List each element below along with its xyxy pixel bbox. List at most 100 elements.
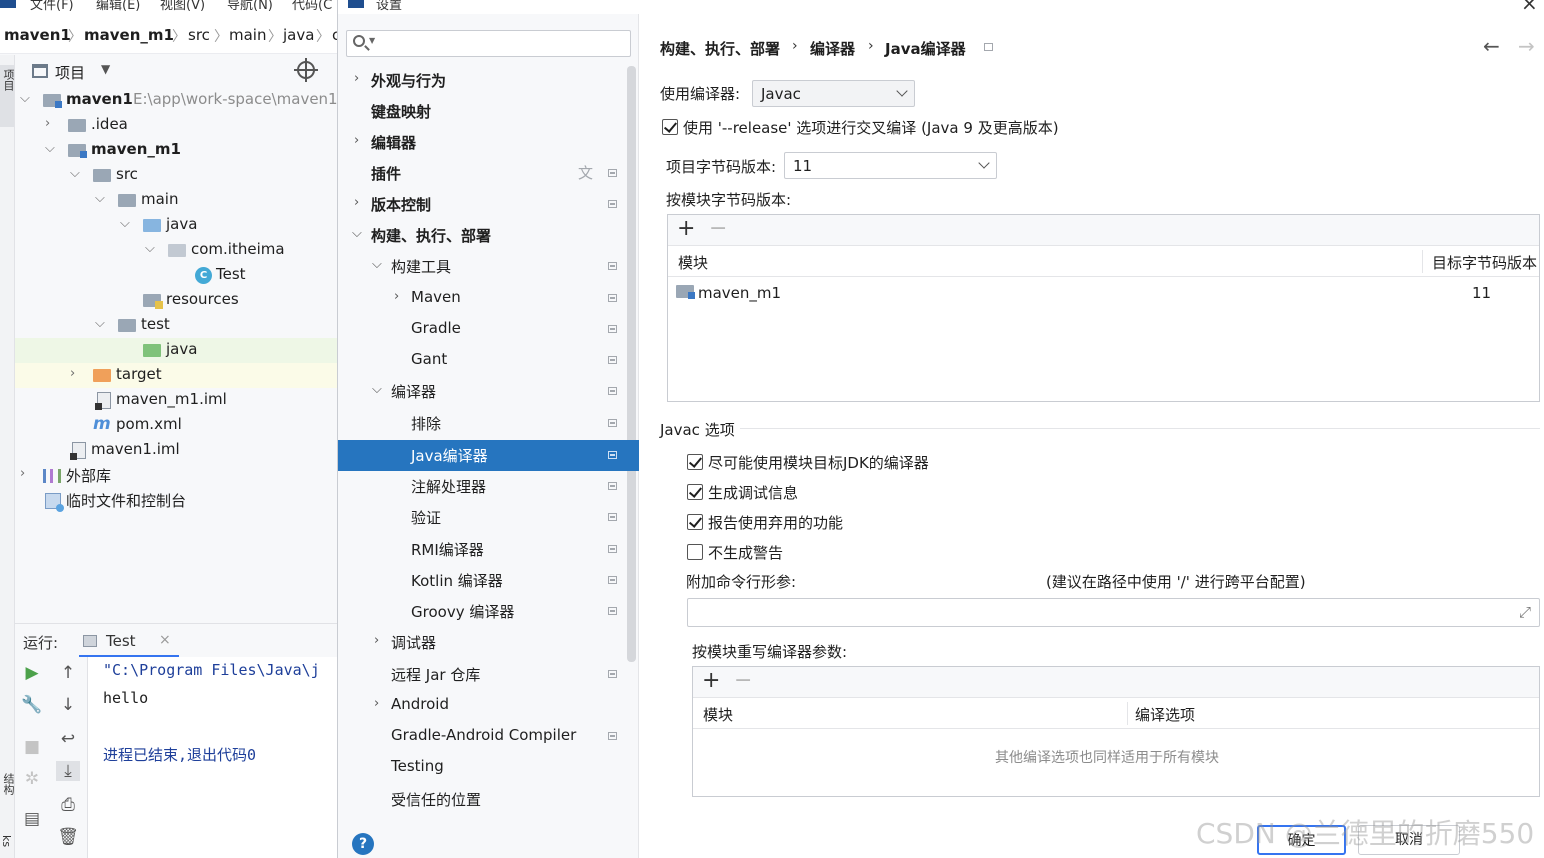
trash-icon[interactable]: 🗑: [56, 827, 80, 847]
option-target-jdk-checkbox[interactable]: [687, 454, 703, 470]
tree-row-maven1[interactable]: ⌵ maven1 E:\app\work-space\maven1: [15, 88, 337, 113]
menu-code[interactable]: 代码(C: [292, 0, 332, 13]
chevron-down-icon[interactable]: ⌵: [372, 382, 382, 397]
nav-gradle-android-compiler[interactable]: Gradle-Android Compiler: [338, 721, 627, 752]
option-label[interactable]: 生成调试信息: [708, 482, 798, 503]
compiler-select[interactable]: Javac: [752, 80, 915, 107]
tree-row-maven1-iml[interactable]: maven1.iml: [15, 438, 337, 463]
chevron-down-icon[interactable]: ⌵: [120, 216, 130, 231]
plus-icon[interactable]: +: [702, 668, 720, 693]
option-no-warnings-checkbox[interactable]: [687, 544, 703, 560]
layout-icon[interactable]: ▤: [20, 809, 44, 829]
stripe-label-bookmarks[interactable]: ks: [0, 835, 13, 847]
chevron-right-icon[interactable]: ›: [70, 366, 75, 381]
chevron-right-icon[interactable]: ›: [354, 71, 359, 86]
extra-args-input[interactable]: ⤢: [687, 598, 1540, 627]
arrow-down-icon[interactable]: ↓: [56, 695, 80, 715]
nav-compiler[interactable]: ⌵ 编译器: [338, 376, 627, 407]
chevron-right-icon[interactable]: ›: [374, 633, 379, 648]
tree-row-com-itheima[interactable]: ⌵ com.itheima: [15, 238, 337, 263]
tree-row-target[interactable]: › target: [15, 363, 337, 388]
col-target-bytecode[interactable]: 目标字节码版本: [1432, 252, 1537, 273]
chevron-down-icon[interactable]: ▼: [369, 36, 375, 45]
chevron-right-icon[interactable]: ›: [354, 195, 359, 210]
chevron-down-icon[interactable]: ⌵: [45, 141, 55, 156]
table-row[interactable]: maven_m1 11: [668, 277, 1539, 307]
nav-build-exec-deploy[interactable]: ⌵ 构建、执行、部署: [338, 220, 627, 251]
nav-remote-jar[interactable]: 远程 Jar 仓库: [338, 659, 627, 690]
project-bytecode-select[interactable]: 11: [784, 152, 997, 179]
chevron-right-icon[interactable]: ›: [20, 466, 25, 481]
chevron-down-icon[interactable]: ⌵: [95, 191, 105, 206]
nav-rmi-compiler[interactable]: RMI编译器: [338, 534, 627, 565]
nav-gradle[interactable]: Gradle: [338, 314, 627, 345]
expand-icon[interactable]: ⤢: [1519, 603, 1531, 621]
arrow-up-icon[interactable]: ↑: [56, 663, 80, 683]
menu-navigate[interactable]: 导航(N): [227, 0, 273, 13]
nav-debugger[interactable]: › 调试器: [338, 627, 627, 658]
locate-target-icon[interactable]: [294, 58, 318, 82]
chevron-down-icon[interactable]: ⌵: [372, 257, 382, 272]
chevron-down-icon[interactable]: ▼: [101, 62, 110, 76]
tree-row-src[interactable]: ⌵ src: [15, 163, 337, 188]
run-tab-test[interactable]: Test ×: [79, 624, 179, 658]
chevron-down-icon[interactable]: ⌵: [145, 241, 155, 256]
scroll-to-end-icon[interactable]: ⤓: [56, 761, 80, 781]
settings-search-input[interactable]: ▼: [346, 30, 631, 57]
tree-row-java-main[interactable]: ⌵ java: [15, 213, 337, 238]
nav-kotlin-compiler[interactable]: Kotlin 编译器: [338, 565, 627, 596]
close-icon[interactable]: ×: [1521, 0, 1538, 14]
tree-row-pom[interactable]: m pom.xml: [15, 413, 337, 438]
tree-row-test[interactable]: ⌵ test: [15, 313, 337, 338]
nav-editor[interactable]: › 编辑器: [338, 127, 627, 158]
tree-row-scratches[interactable]: 临时文件和控制台: [15, 488, 337, 513]
menu-view[interactable]: 视图(V): [160, 0, 205, 13]
tree-row-test-class[interactable]: C Test: [15, 263, 337, 288]
column-divider[interactable]: [1127, 702, 1128, 725]
nav-plugins[interactable]: 插件 文: [338, 158, 627, 189]
option-label[interactable]: 报告使用弃用的功能: [708, 512, 843, 533]
col-module[interactable]: 模块: [703, 704, 733, 725]
chevron-down-icon[interactable]: ⌵: [70, 166, 80, 181]
nav-android[interactable]: › Android: [338, 690, 627, 721]
nav-maven[interactable]: › Maven: [338, 283, 627, 314]
breadcrumb-compiler[interactable]: 编译器: [810, 38, 855, 59]
wrench-icon[interactable]: 🔧: [20, 695, 44, 715]
plus-icon[interactable]: +: [677, 216, 695, 241]
help-icon[interactable]: ?: [352, 833, 374, 855]
nav-annotation-processors[interactable]: 注解处理器: [338, 471, 627, 502]
project-panel-title[interactable]: 项目: [55, 62, 85, 83]
minus-icon[interactable]: −: [734, 668, 752, 693]
nav-testing[interactable]: Testing: [338, 752, 627, 783]
column-divider[interactable]: [1422, 250, 1423, 273]
chevron-right-icon[interactable]: ›: [45, 116, 50, 131]
stripe-label-structure[interactable]: 结构: [0, 773, 16, 795]
nav-gant[interactable]: Gant: [338, 345, 627, 376]
crumb-java[interactable]: java: [283, 26, 314, 44]
stop-icon[interactable]: ■: [20, 737, 44, 757]
chevron-down-icon[interactable]: ⌵: [352, 226, 362, 241]
print-icon[interactable]: ⎙: [56, 795, 80, 815]
tree-row-external-libs[interactable]: › 外部库: [15, 463, 337, 488]
stripe-label-project[interactable]: 项目: [0, 69, 16, 91]
nav-trusted-locations[interactable]: 受信任的位置: [338, 784, 627, 815]
crumb-maven1[interactable]: maven1: [4, 26, 71, 44]
row-target-version[interactable]: 11: [1472, 284, 1491, 302]
chevron-right-icon[interactable]: ›: [354, 133, 359, 148]
release-option-label[interactable]: 使用 '--release' 选项进行交叉编译 (Java 9 及更高版本): [683, 117, 1059, 138]
tree-row-resources[interactable]: resources: [15, 288, 337, 313]
option-label[interactable]: 尽可能使用模块目标JDK的编译器: [708, 452, 929, 473]
chevron-right-icon[interactable]: ›: [394, 289, 399, 304]
nav-vcs[interactable]: › 版本控制: [338, 189, 627, 220]
menu-edit[interactable]: 编辑(E): [96, 0, 140, 13]
forward-arrow-icon[interactable]: →: [1518, 34, 1535, 58]
tree-row-idea[interactable]: › .idea: [15, 113, 337, 138]
menu-file[interactable]: 文件(F): [30, 0, 74, 13]
col-compile-options[interactable]: 编译选项: [1135, 704, 1195, 725]
nav-keymap[interactable]: 键盘映射: [338, 96, 627, 127]
restore-icon[interactable]: ✲: [20, 769, 44, 789]
crumb-main[interactable]: main: [229, 26, 266, 44]
release-option-checkbox[interactable]: [662, 119, 678, 135]
tree-row-main[interactable]: ⌵ main: [15, 188, 337, 213]
nav-build-tools[interactable]: ⌵ 构建工具: [338, 251, 627, 282]
